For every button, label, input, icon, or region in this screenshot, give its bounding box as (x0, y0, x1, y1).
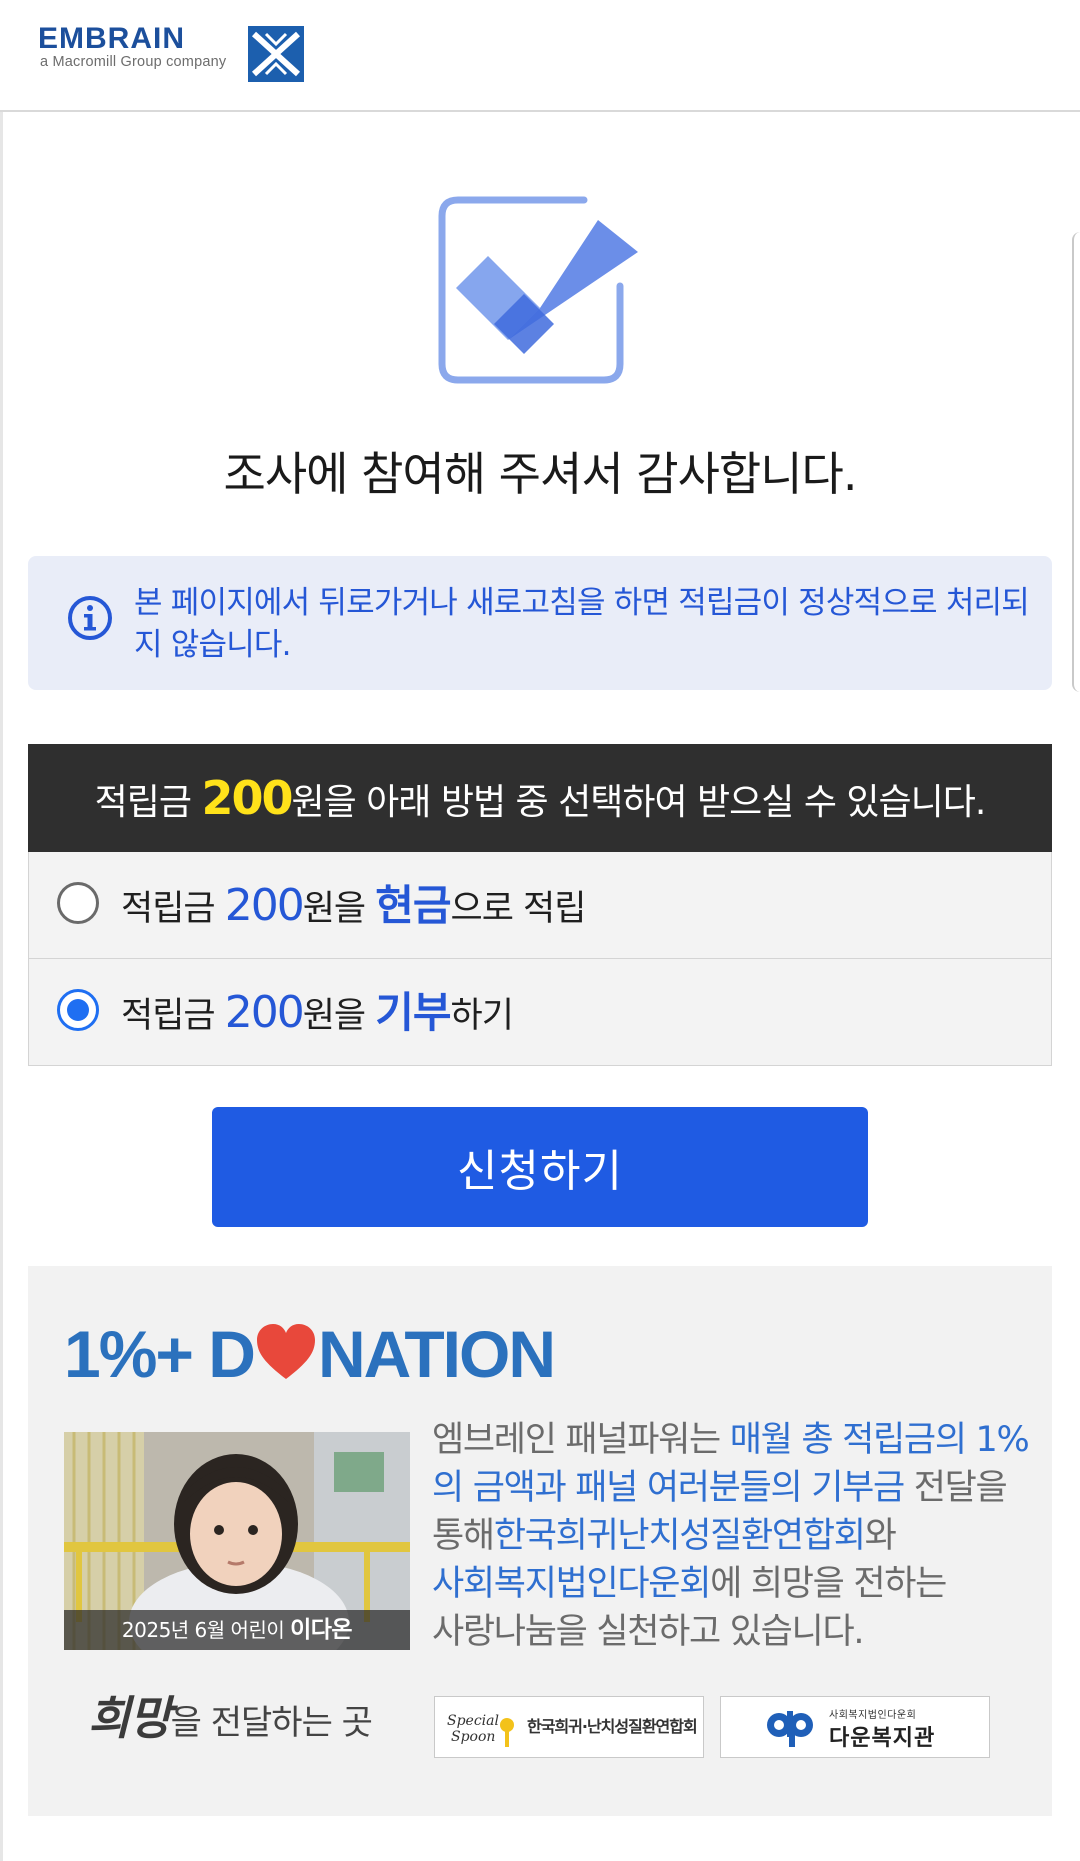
svg-text:Spoon: Spoon (451, 1729, 495, 1745)
macromill-logo-icon (248, 26, 304, 82)
brand-name: EMBRAIN (38, 22, 185, 55)
donation-logo-right: NATION (317, 1317, 556, 1391)
reward-header-prefix: 적립금 (94, 782, 202, 823)
option-donate-middle: 원을 (302, 996, 376, 1036)
reward-header: 적립금 200원을 아래 방법 중 선택하여 받으실 수 있습니다. (28, 744, 1052, 852)
rare-disease-logo-icon: Special Spoon (447, 1713, 514, 1747)
option-donate[interactable]: 적립금 200원을 기부하기 (28, 959, 1052, 1066)
donation-logo-left: 1%+ D (64, 1317, 256, 1391)
option-donate-amount: 200 (224, 987, 305, 1038)
option-cash-amount: 200 (224, 880, 305, 931)
dp-logo-icon (767, 1711, 813, 1747)
story-highlight-3: 사회복지법인다운회 (432, 1564, 711, 1604)
radio-cash[interactable] (57, 882, 99, 924)
radio-donate[interactable] (57, 989, 99, 1031)
partners-label: 희망을 전달하는 곳 (88, 1682, 373, 1748)
reward-header-suffix: 원을 아래 방법 중 선택하여 받으실 수 있습니다. (291, 782, 987, 823)
story-text-1: 엠브레인 패널파워는 (432, 1420, 730, 1460)
notice-text: 본 페이지에서 뒤로가거나 새로고침을 하면 적립금이 정상적으로 처리되지 않… (134, 585, 1030, 663)
option-donate-keyword: 기부 (375, 988, 451, 1037)
donation-banner[interactable]: 1%+ D NATION 2025년 6월 어린이 이다온 엠브레인 패널파워는… (28, 1266, 1052, 1816)
app-header: EMBRAIN a Macromill Group company (0, 0, 1080, 112)
donation-description: 엠브레인 패널파워는 매월 총 적립금의 1%의 금액과 패널 여러분들의 기부… (432, 1416, 1042, 1656)
info-icon (68, 596, 112, 640)
completion-title: 조사에 참여해 주셔서 감사합니다. (223, 447, 858, 501)
reward-amount: 200 (201, 771, 293, 825)
option-cash[interactable]: 적립금 200원을 현금으로 적립 (28, 852, 1052, 959)
option-donate-prefix: 적립금 (121, 996, 225, 1036)
partner-daun-welfare[interactable]: 사회복지법인다운회 다운복지관 (720, 1696, 990, 1758)
option-cash-middle: 원을 (302, 889, 376, 929)
submit-button[interactable]: 신청하기 (212, 1107, 868, 1227)
checkbox-complete-icon (438, 196, 638, 384)
option-cash-label[interactable]: 적립금 200원을 현금으로 적립 (121, 852, 587, 959)
brand-tagline: a Macromill Group company (40, 54, 227, 70)
option-donate-suffix: 하기 (450, 996, 514, 1036)
embrain-logo[interactable]: EMBRAIN a Macromill Group company (38, 22, 308, 88)
option-cash-prefix: 적립금 (121, 889, 225, 929)
story-text-3: 와 (864, 1516, 897, 1556)
option-cash-keyword: 현금 (375, 881, 451, 930)
partner2-name: 다운복지관 (829, 1726, 936, 1751)
partner1-name: 한국희귀·난치성질환연합회 (527, 1717, 698, 1736)
photo-caption: 2025년 6월 어린이 이다온 (64, 1610, 410, 1650)
notice-box: 본 페이지에서 뒤로가거나 새로고침을 하면 적립금이 정상적으로 처리되지 않… (28, 556, 1052, 690)
partner2-subtitle: 사회복지법인다운회 (829, 1710, 917, 1721)
story-highlight-2: 한국희귀난치성질환연합회 (493, 1516, 866, 1556)
photo-caption-date: 2025년 6월 어린이 (121, 1618, 291, 1642)
child-photo: 2025년 6월 어린이 이다온 (64, 1432, 410, 1650)
option-donate-label[interactable]: 적립금 200원을 기부하기 (121, 959, 514, 1066)
donation-logo: 1%+ D NATION (64, 1317, 556, 1391)
reward-choice-box: 적립금 200원을 아래 방법 중 선택하여 받으실 수 있습니다. 적립금 2… (28, 744, 1052, 1067)
left-frame-edge (0, 112, 3, 1861)
photo-caption-name: 이다온 (290, 1617, 353, 1643)
option-cash-suffix: 으로 적립 (450, 889, 587, 929)
svg-text:Special: Special (447, 1713, 499, 1729)
partners-label-script: 희망 (88, 1691, 172, 1745)
heart-icon (256, 1324, 315, 1379)
partners-label-text: 을 전달하는 곳 (170, 1703, 373, 1743)
partner-korea-rare-disease[interactable]: Special Spoon 한국희귀·난치성질환연합회 (434, 1696, 704, 1758)
